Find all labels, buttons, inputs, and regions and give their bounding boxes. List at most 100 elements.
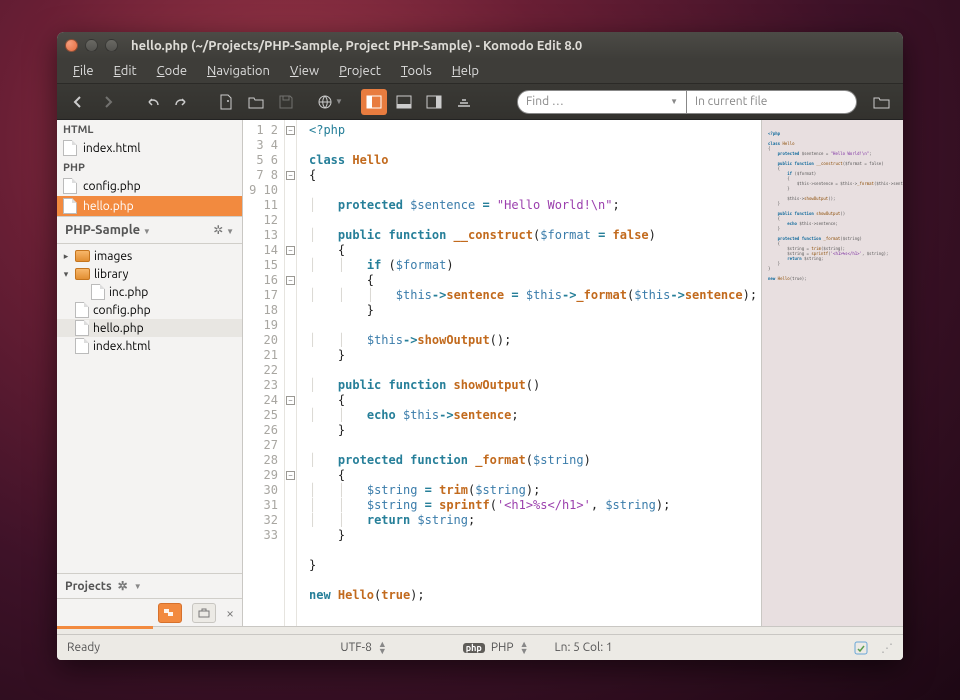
toolbox-tab[interactable]	[192, 603, 216, 623]
tree-item-label: config.php	[93, 304, 151, 317]
projects-bar[interactable]: Projects ✲▼	[57, 573, 242, 598]
open-file-item[interactable]: config.php	[57, 176, 242, 196]
menu-file[interactable]: File	[65, 61, 102, 81]
active-tab-indicator	[57, 626, 153, 629]
open-file-button[interactable]	[243, 89, 269, 115]
sidebar-tabbar: ×	[57, 598, 242, 626]
folder-icon	[75, 250, 90, 262]
save-button[interactable]	[273, 89, 299, 115]
projects-label: Projects	[65, 580, 112, 593]
toolbar: ▼ Find … ▼ In current file	[57, 84, 903, 120]
panel-toggle-button[interactable]	[451, 89, 477, 115]
fold-toggle[interactable]: −	[286, 471, 295, 480]
sync-icon[interactable]	[853, 640, 869, 656]
fold-column: − − − − − −	[285, 120, 297, 626]
language-badge-icon: php	[463, 643, 485, 653]
minimap[interactable]: <?php class Hello { protected $sentence …	[761, 120, 903, 626]
twist-icon[interactable]: ▸	[61, 251, 71, 262]
open-file-label: index.html	[83, 142, 141, 155]
tree-file[interactable]: index.html	[57, 337, 242, 355]
find-scope-input[interactable]: In current file	[687, 90, 857, 114]
fold-toggle[interactable]: −	[286, 246, 295, 255]
app-window: hello.php (~/Projects/PHP-Sample, Projec…	[57, 32, 903, 660]
window-title: hello.php (~/Projects/PHP-Sample, Projec…	[131, 39, 582, 53]
status-position: Ln: 5 Col: 1	[554, 641, 612, 654]
sidebar: HTML index.html PHP config.php hello.php PHP…	[57, 120, 243, 626]
project-tree: ▸ images ▾ library inc.php config.php hello.ph…	[57, 244, 242, 573]
file-icon	[63, 178, 77, 194]
menubar: File Edit Code Navigation View Project T…	[57, 59, 903, 84]
fold-toggle[interactable]: −	[286, 276, 295, 285]
file-icon	[63, 198, 77, 214]
tree-item-label: images	[94, 250, 132, 263]
menu-help[interactable]: Help	[444, 61, 487, 81]
editor-tabstrip	[57, 626, 903, 634]
find-placeholder: Find …	[526, 95, 564, 108]
open-file-item[interactable]: hello.php	[57, 196, 242, 216]
undo-button[interactable]	[139, 89, 165, 115]
open-file-label: config.php	[83, 180, 141, 193]
menu-edit[interactable]: Edit	[106, 61, 145, 81]
globe-button[interactable]: ▼	[317, 89, 343, 115]
tree-file[interactable]: hello.php	[57, 319, 242, 337]
file-icon	[75, 302, 89, 318]
menu-project[interactable]: Project	[331, 61, 389, 81]
panel-left-button[interactable]	[361, 89, 387, 115]
new-file-button[interactable]	[213, 89, 239, 115]
places-tab[interactable]	[158, 603, 182, 623]
find-dropdown-icon[interactable]: ▼	[670, 97, 678, 106]
menu-view[interactable]: View	[282, 61, 327, 81]
window-minimize-button[interactable]	[85, 39, 98, 52]
openfiles-group-header: HTML	[57, 120, 242, 138]
fold-toggle[interactable]: −	[286, 171, 295, 180]
gear-icon[interactable]: ✲	[118, 579, 128, 593]
status-language[interactable]: php PHP▲▼	[463, 641, 529, 655]
menu-navigation[interactable]: Navigation	[199, 61, 278, 81]
tree-item-label: hello.php	[93, 322, 144, 335]
forward-button[interactable]	[95, 89, 121, 115]
status-encoding[interactable]: UTF-8▲▼	[340, 641, 386, 655]
menu-tools[interactable]: Tools	[393, 61, 440, 81]
titlebar: hello.php (~/Projects/PHP-Sample, Projec…	[57, 32, 903, 59]
open-file-item[interactable]: index.html	[57, 138, 242, 158]
project-name: PHP-Sample	[65, 223, 140, 237]
statusbar: Ready UTF-8▲▼ php PHP▲▼ Ln: 5 Col: 1 ⋰	[57, 634, 903, 660]
open-folder-button[interactable]	[869, 89, 895, 115]
fold-toggle[interactable]: −	[286, 396, 295, 405]
window-close-button[interactable]	[65, 39, 78, 52]
tree-item-label: inc.php	[109, 286, 148, 299]
tree-file[interactable]: config.php	[57, 301, 242, 319]
resize-grip-icon[interactable]: ⋰	[881, 641, 893, 655]
tree-folder[interactable]: ▸ images	[57, 247, 242, 265]
tree-item-label: library	[94, 268, 128, 281]
scope-placeholder: In current file	[695, 95, 767, 108]
open-files-panel: HTML index.html PHP config.php hello.php	[57, 120, 242, 217]
redo-button[interactable]	[169, 89, 195, 115]
tree-item-label: index.html	[93, 340, 151, 353]
file-icon	[91, 284, 105, 300]
menu-code[interactable]: Code	[149, 61, 195, 81]
body: HTML index.html PHP config.php hello.php PHP…	[57, 120, 903, 626]
open-file-label: hello.php	[83, 200, 134, 213]
file-icon	[75, 320, 89, 336]
close-sidebar-button[interactable]: ×	[226, 605, 234, 621]
panel-bottom-button[interactable]	[391, 89, 417, 115]
file-icon	[63, 140, 77, 156]
file-icon	[75, 338, 89, 354]
find-input[interactable]: Find … ▼	[517, 90, 687, 114]
tree-file[interactable]: inc.php	[57, 283, 242, 301]
openfiles-group-header: PHP	[57, 158, 242, 176]
tree-folder[interactable]: ▾ library	[57, 265, 242, 283]
panel-right-button[interactable]	[421, 89, 447, 115]
twist-icon[interactable]: ▾	[61, 269, 71, 280]
back-button[interactable]	[65, 89, 91, 115]
line-gutter: 1 2 3 4 5 6 7 8 9 10 11 12 13 14 15 16 1…	[243, 120, 285, 626]
project-header[interactable]: PHP-Sample ▼ ✲ ▼	[57, 217, 242, 244]
window-maximize-button[interactable]	[105, 39, 118, 52]
status-ready: Ready	[67, 641, 100, 654]
folder-icon	[75, 268, 90, 280]
fold-toggle[interactable]: −	[286, 126, 295, 135]
code-area[interactable]: <?php class Hello { │ protected $sentenc…	[297, 120, 761, 626]
editor: 1 2 3 4 5 6 7 8 9 10 11 12 13 14 15 16 1…	[243, 120, 903, 626]
gear-icon[interactable]: ✲	[213, 224, 223, 237]
